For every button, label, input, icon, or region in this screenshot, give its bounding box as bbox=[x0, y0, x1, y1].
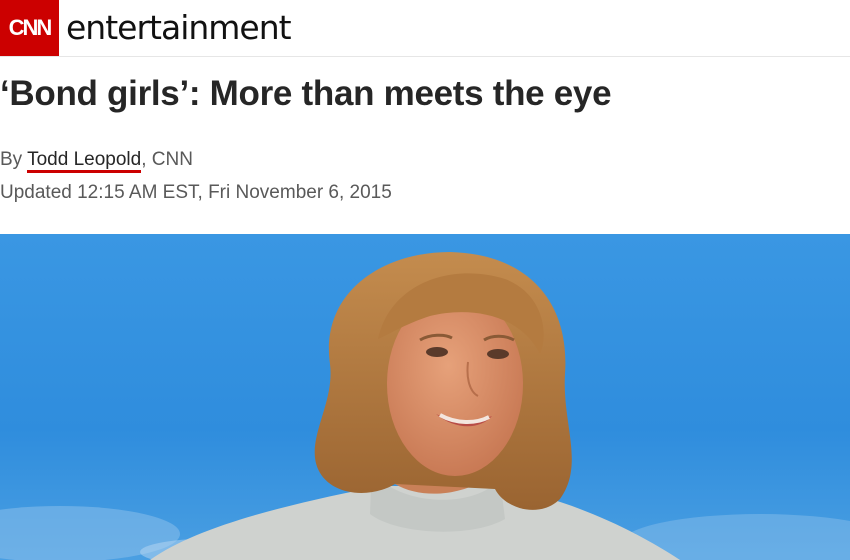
hero-photo bbox=[0, 234, 850, 560]
byline-suffix: , CNN bbox=[141, 149, 193, 170]
article-headline: ‘Bond girls’: More than meets the eye bbox=[0, 74, 612, 113]
cnn-logo-text: CNN bbox=[8, 15, 53, 40]
hero-image[interactable] bbox=[0, 234, 850, 560]
section-name[interactable]: entertainment bbox=[66, 6, 292, 50]
updated-timestamp: Updated 12:15 AM EST, Fri November 6, 20… bbox=[0, 182, 392, 203]
author-link[interactable]: Todd Leopold bbox=[27, 149, 142, 173]
byline: By Todd Leopold, CNN bbox=[0, 147, 193, 173]
site-header: CNN entertainment bbox=[0, 0, 850, 57]
cnn-logo[interactable]: CNN bbox=[0, 0, 59, 56]
byline-prefix: By bbox=[0, 149, 28, 170]
